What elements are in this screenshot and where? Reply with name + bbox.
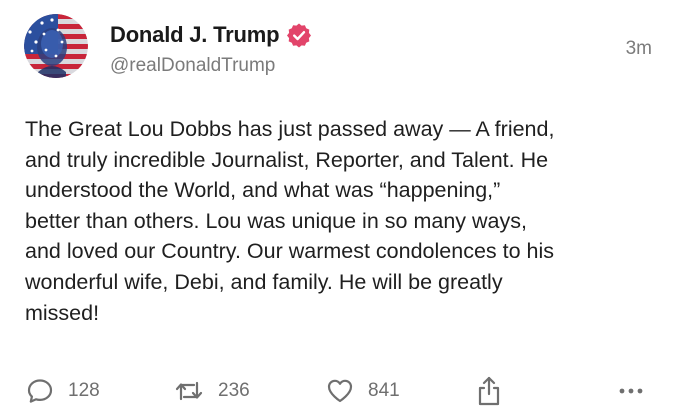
display-name[interactable]: Donald J. Trump [110, 22, 280, 48]
author-block: Donald J. Trump @realDonaldTrump [110, 22, 312, 77]
like-button[interactable]: 841 [326, 374, 400, 408]
avatar[interactable] [24, 14, 88, 78]
share-button[interactable] [475, 374, 503, 408]
more-dots-icon [619, 388, 643, 394]
post-content: The Great Lou Dobbs has just passed away… [25, 114, 655, 328]
content-line: wonderful wife, Debi, and family. He wil… [25, 269, 503, 294]
user-handle[interactable]: @realDonaldTrump [110, 55, 312, 77]
avatar-image [24, 14, 88, 78]
content-line: The Great Lou Dobbs has just passed away… [25, 117, 555, 141]
content-line: and loved our Country. Our warmest condo… [25, 239, 555, 264]
content-line: better than others. Lou was unique in so… [25, 208, 527, 233]
action-bar: 128 236 841 [0, 374, 680, 408]
repost-arrows-icon [175, 381, 203, 401]
reply-button[interactable]: 128 [26, 374, 100, 408]
repost-count: 236 [218, 380, 250, 401]
post-card: Donald J. Trump @realDonaldTrump 3m The … [0, 0, 680, 415]
like-count: 841 [368, 380, 400, 401]
repost-button[interactable]: 236 [174, 374, 250, 408]
content-line: and truly incredible Journalist, Reporte… [25, 147, 549, 172]
speech-bubble-icon [27, 379, 53, 403]
name-row: Donald J. Trump [110, 22, 312, 48]
more-options-button[interactable] [618, 374, 644, 408]
content-line: understood the World, and what was “happ… [25, 178, 501, 203]
heart-icon [327, 379, 353, 403]
share-upload-icon [478, 376, 500, 406]
content-line: missed! [25, 300, 100, 325]
reply-count: 128 [68, 380, 100, 401]
verified-badge-icon [287, 23, 312, 48]
post-timestamp[interactable]: 3m [626, 38, 652, 60]
